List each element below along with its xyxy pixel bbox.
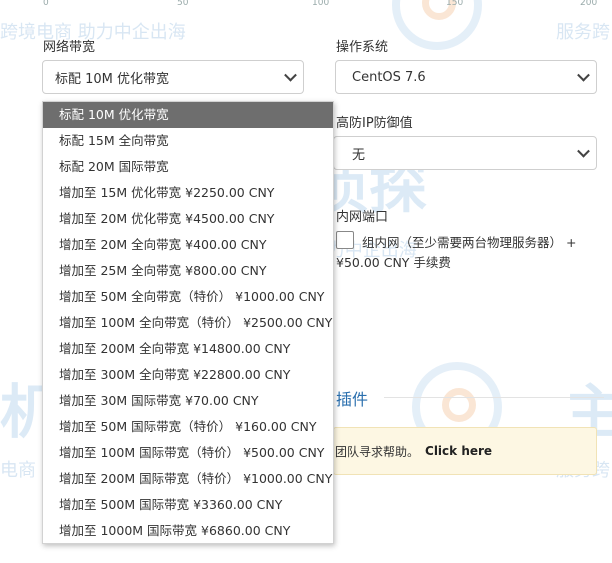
bandwidth-option[interactable]: 标配 20M 国际带宽 (43, 154, 333, 180)
chevron-down-icon (577, 68, 590, 82)
os-select-value: CentOS 7.6 (352, 69, 426, 85)
lan-checkbox-text: 组内网（至少需要两台物理服务器） + (362, 235, 577, 250)
ddos-select-value: 无 (352, 147, 366, 163)
bandwidth-option[interactable]: 增加至 50M 国际带宽（特价） ¥160.00 CNY (43, 414, 333, 440)
bandwidth-option[interactable]: 增加至 500M 国际带宽 ¥3360.00 CNY (43, 492, 333, 518)
help-box: 团队寻求帮助。 Click here (333, 427, 597, 475)
bandwidth-option[interactable]: 增加至 1000M 国际带宽 ¥6860.00 CNY (43, 518, 333, 544)
bandwidth-option[interactable]: 标配 10M 优化带宽 (43, 102, 333, 128)
bandwidth-label: 网络带宽 (43, 40, 96, 55)
watermark-text: 服务跨 (556, 22, 610, 43)
bandwidth-option[interactable]: 增加至 200M 全向带宽 ¥14800.00 CNY (43, 336, 333, 362)
bandwidth-option[interactable]: 增加至 100M 国际带宽（特价） ¥500.00 CNY (43, 440, 333, 466)
bandwidth-select[interactable]: 标配 10M 优化带宽 (42, 60, 304, 94)
bandwidth-select-value: 标配 10M 优化带宽 (55, 71, 170, 87)
bandwidth-option[interactable]: 增加至 100M 全向带宽（特价） ¥2500.00 CNY (43, 310, 333, 336)
bandwidth-option[interactable]: 增加至 15M 优化带宽 ¥2250.00 CNY (43, 180, 333, 206)
bandwidth-option[interactable]: 增加至 25M 全向带宽 ¥800.00 CNY (43, 258, 333, 284)
ddos-label: 高防IP防御值 (336, 116, 413, 131)
chevron-down-icon (284, 68, 297, 82)
os-select[interactable]: CentOS 7.6 (335, 60, 597, 94)
help-link[interactable]: Click here (425, 444, 492, 458)
ddos-select[interactable]: 无 (333, 136, 597, 170)
slider-tick: 0 (43, 0, 49, 8)
slider-tick: 150 (446, 0, 464, 8)
bandwidth-option[interactable]: 增加至 30M 国际带宽 ¥70.00 CNY (43, 388, 333, 414)
lan-fee-text: ¥50.00 CNY 手续费 (336, 255, 451, 270)
bandwidth-option[interactable]: 增加至 200M 国际带宽（特价） ¥1000.00 CNY (43, 466, 333, 492)
lan-label: 内网端口 (336, 210, 389, 225)
bandwidth-dropdown-list: 标配 10M 优化带宽 标配 15M 全向带宽 标配 20M 国际带宽 增加至 … (42, 101, 334, 544)
bandwidth-option[interactable]: 标配 15M 全向带宽 (43, 128, 333, 154)
watermark-logo (392, 0, 482, 50)
lan-checkbox[interactable] (336, 231, 354, 249)
bandwidth-option[interactable]: 增加至 300M 全向带宽 ¥22800.00 CNY (43, 362, 333, 388)
slider-tick: 100 (312, 0, 330, 8)
bandwidth-option[interactable]: 增加至 20M 优化带宽 ¥4500.00 CNY (43, 206, 333, 232)
chevron-down-icon (577, 144, 590, 158)
os-label: 操作系统 (336, 40, 389, 55)
section-divider (384, 397, 604, 398)
slider-tick: 200 (580, 0, 598, 8)
help-text: 团队寻求帮助。 (335, 444, 420, 459)
slider-tick: 50 (177, 0, 189, 8)
addons-title: 插件 (336, 390, 369, 409)
bandwidth-option[interactable]: 增加至 50M 全向带宽（特价） ¥1000.00 CNY (43, 284, 333, 310)
bandwidth-option[interactable]: 增加至 20M 全向带宽 ¥400.00 CNY (43, 232, 333, 258)
